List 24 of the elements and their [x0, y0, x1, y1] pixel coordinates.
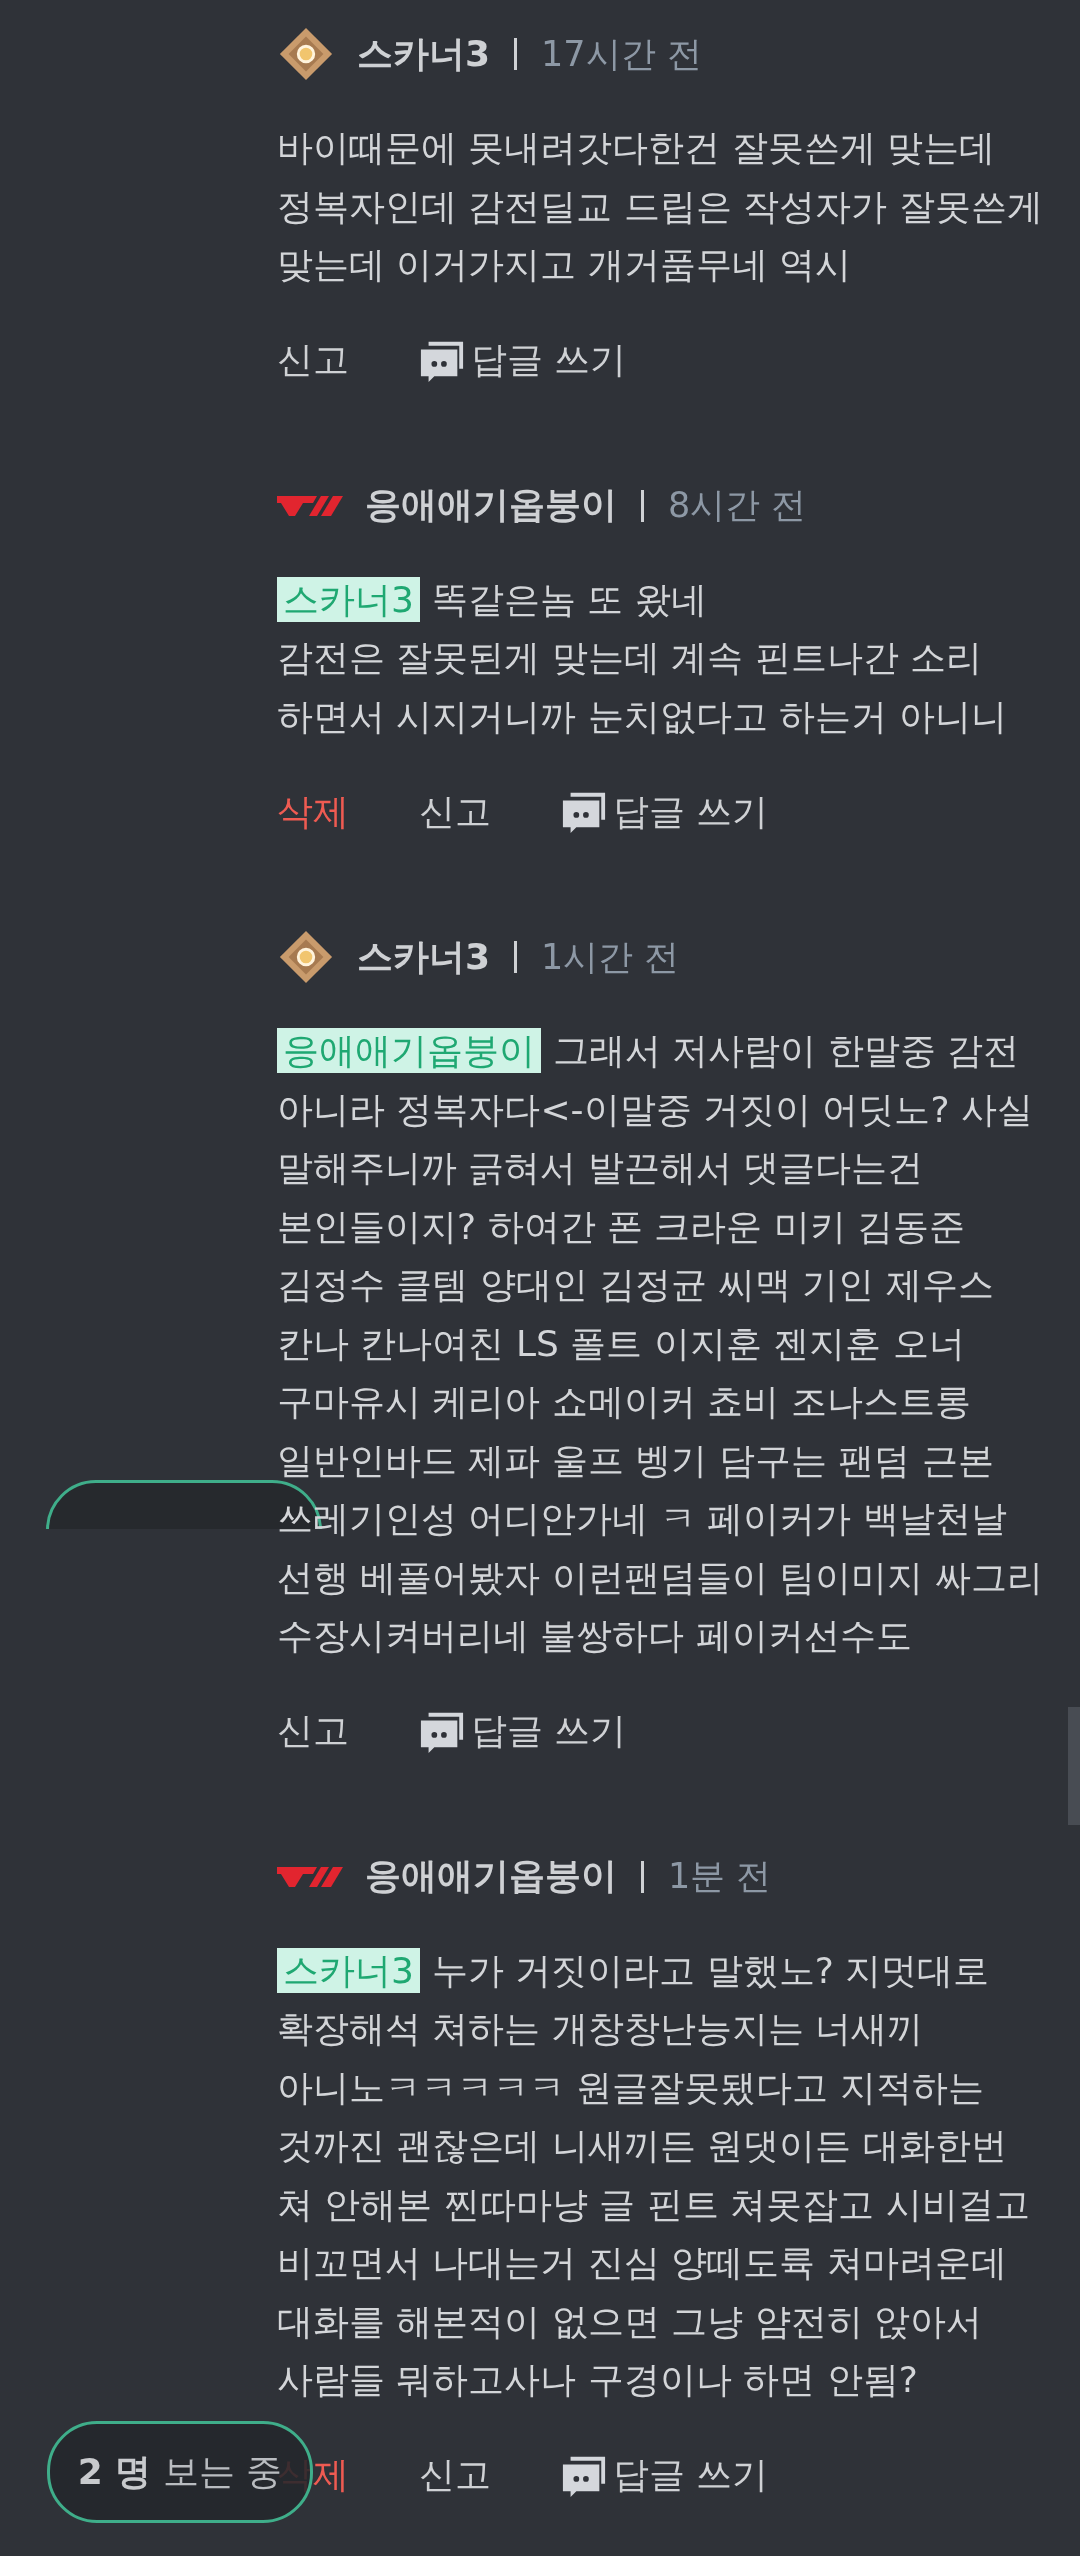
author-name: 응애애기옵붕이 [365, 483, 617, 527]
reply-button[interactable]: 답글 쓰기 [561, 787, 769, 837]
report-link[interactable]: 신고 [277, 1707, 349, 1756]
author-name: 스카너3 [357, 31, 491, 76]
comment-text: 스카너3 누가 거짓이라고 말했노? 지멋대로 확장해석 쳐하는 개창창난능지는 너새끼 아니노ㅋㅋㅋㅋㅋ 원글잘못됐다고 지적하는 것까진 괜찮은데 니새끼든 원댓이든 대화한번 쳐 안해본 찐따마냥 글 핀트 쳐못잡고 시비걸고 비꼬면서 나대는거 진심 양떼도륙 쳐마려운데 대화를 해본적이 없으면 그냥 얌전히 앉아서 사람들 뭐하고사나 구경이나 하면 안됨? [277, 1946, 1031, 2402]
author-name: 응애애기옵붕이 [365, 1854, 617, 1898]
team-logo-icon [277, 493, 343, 518]
reply-button[interactable]: 답글 쓰기 [561, 2451, 769, 2500]
team-logo-icon [277, 1864, 343, 1889]
comment-text: 스카너3 똑같은놈 또 왔네 감전은 잘못된게 맞는데 계속 핀트나간 소리 하면서 시지거니까 눈치없다고 하는거 아니니 [277, 575, 1008, 739]
report-link[interactable]: 신고 [277, 336, 349, 385]
author-name: 스카너3 [357, 934, 491, 979]
reply-button[interactable]: 답글 쓰기 [419, 336, 627, 385]
timestamp: 17시간 전 [541, 32, 702, 76]
timestamp: 1시간 전 [541, 935, 680, 979]
comment-text: 바이때문에 못내려갓다한건 잘못쓴게 맞는데 정복자인데 감전딜교 드립은 작성자가 잘못쓴게 맞는데 이거가지고 개거품무네 역시 [277, 126, 1044, 287]
timestamp: 1분 전 [668, 1855, 772, 1898]
timestamp: 8시간 전 [668, 484, 807, 527]
report-link[interactable]: 신고 [419, 2451, 491, 2500]
rank-emblem-icon [277, 928, 335, 986]
delete-link[interactable]: 삭제 [277, 787, 349, 837]
report-link[interactable]: 신고 [419, 787, 491, 837]
rank-emblem-icon [277, 25, 335, 83]
reply-button[interactable]: 답글 쓰기 [419, 1707, 627, 1756]
